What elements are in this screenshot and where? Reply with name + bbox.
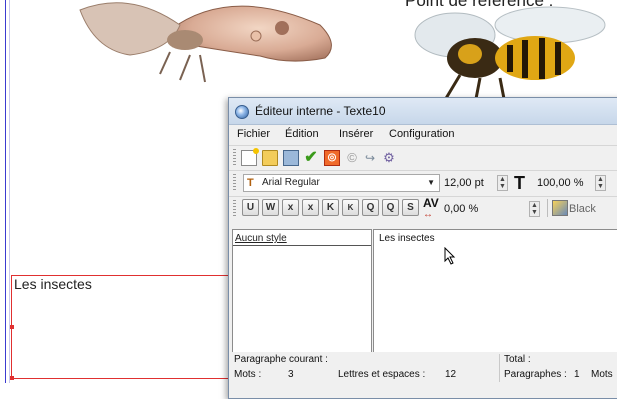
format-toolbar: U W x x K K Q Q S AV ↔ 0,00 % ▲ ▼ Black [229,196,617,221]
font-icon: T [247,177,254,189]
underline-button[interactable]: U [242,199,259,216]
font-family-select[interactable]: T Arial Regular ▼ [243,174,440,192]
moth-image[interactable] [20,0,350,100]
status-bar: Paragraphe courant : Mots : 3 Lettres et… [229,352,617,384]
text-edit-area[interactable]: Les insectes [373,229,617,353]
menu-edition[interactable]: Édition [285,128,319,140]
letters-label: Lettres et espaces : [338,369,426,380]
stop-icon[interactable]: ◎ [324,150,340,166]
header-divider [233,245,371,246]
new-document-icon[interactable] [241,148,259,166]
toolbar-grip[interactable] [233,174,236,190]
words-label: Mots : [234,369,262,380]
total-words-label: Mots [591,369,613,380]
mouse-pointer-icon [444,247,456,265]
text-scale-value[interactable]: 100,00 % [537,177,583,189]
window-titlebar[interactable]: Éditeur interne - Texte10 [229,98,617,125]
toolbar-grip[interactable] [233,149,236,165]
font-family-value: Arial Regular [262,177,320,188]
app-icon [235,105,249,119]
font-size-value[interactable]: 12,00 pt [444,177,484,189]
frame-text: Les insectes [14,276,92,292]
menu-bar: Fichier Édition Insérer Configuration [229,125,617,145]
open-folder-icon[interactable] [262,150,278,166]
internal-editor-window[interactable]: Éditeur interne - Texte10 Fichier Éditio… [228,97,617,399]
save-icon[interactable] [283,150,299,166]
main-toolbar: ✔ ◎ © ↪ ⚙ [229,145,617,170]
window-title: Éditeur interne - Texte10 [255,104,386,118]
style-list-header[interactable]: Aucun style [235,233,287,244]
text-scale-icon: T [514,173,525,193]
outline-button[interactable]: Q [382,199,399,216]
color-value[interactable]: Black [569,203,596,215]
menu-inserer[interactable]: Insérer [339,128,373,140]
toolbar-separator [547,199,548,217]
text-frame[interactable]: Les insectes [10,275,241,380]
toolbar-grip[interactable] [233,200,236,216]
text-scale-stepper[interactable]: ▲ ▼ [595,175,606,191]
paint-bucket-icon [552,200,568,216]
all-caps-button[interactable]: K [322,199,339,216]
tools-icon[interactable]: ⚙ [381,150,397,166]
words-value: 3 [288,369,294,380]
font-size-stepper[interactable]: ▲ ▼ [497,175,508,191]
font-toolbar: T Arial Regular ▼ 12,00 pt ▲ ▼ T 100,00 %… [229,170,617,196]
copyright-icon[interactable]: © [344,150,360,166]
style-list-panel[interactable]: Aucun style [232,229,372,353]
letters-value: 12 [445,369,457,380]
page-left-margin-line [5,0,6,383]
total-label: Total : [504,354,531,365]
small-caps-button[interactable]: K [342,199,359,216]
tracking-icon: AV ↔ [423,196,439,220]
strikethrough-button[interactable]: Q [362,199,379,216]
paragraphs-value: 1 [574,369,580,380]
menu-fichier[interactable]: Fichier [237,128,270,140]
current-paragraph-label: Paragraphe courant : [234,354,328,365]
word-underline-button[interactable]: W [262,199,279,216]
chevron-down-icon: ▼ [427,178,435,187]
subscript-button[interactable]: x [282,199,299,216]
editor-text-content: Les insectes [379,233,435,244]
wasp-image[interactable] [400,0,617,105]
superscript-button[interactable]: x [302,199,319,216]
tracking-stepper[interactable]: ▲ ▼ [529,201,540,217]
menu-configuration[interactable]: Configuration [389,128,454,140]
tracking-value[interactable]: 0,00 % [444,203,478,215]
arrow-icon[interactable]: ↪ [362,150,378,166]
shadow-button[interactable]: S [402,199,419,216]
frame-resize-handle-bottom-left[interactable] [10,376,14,380]
frame-resize-handle-left[interactable] [10,325,14,329]
paragraphs-label: Paragraphes : [504,369,567,380]
status-separator [499,354,500,382]
check-icon[interactable]: ✔ [303,150,319,166]
